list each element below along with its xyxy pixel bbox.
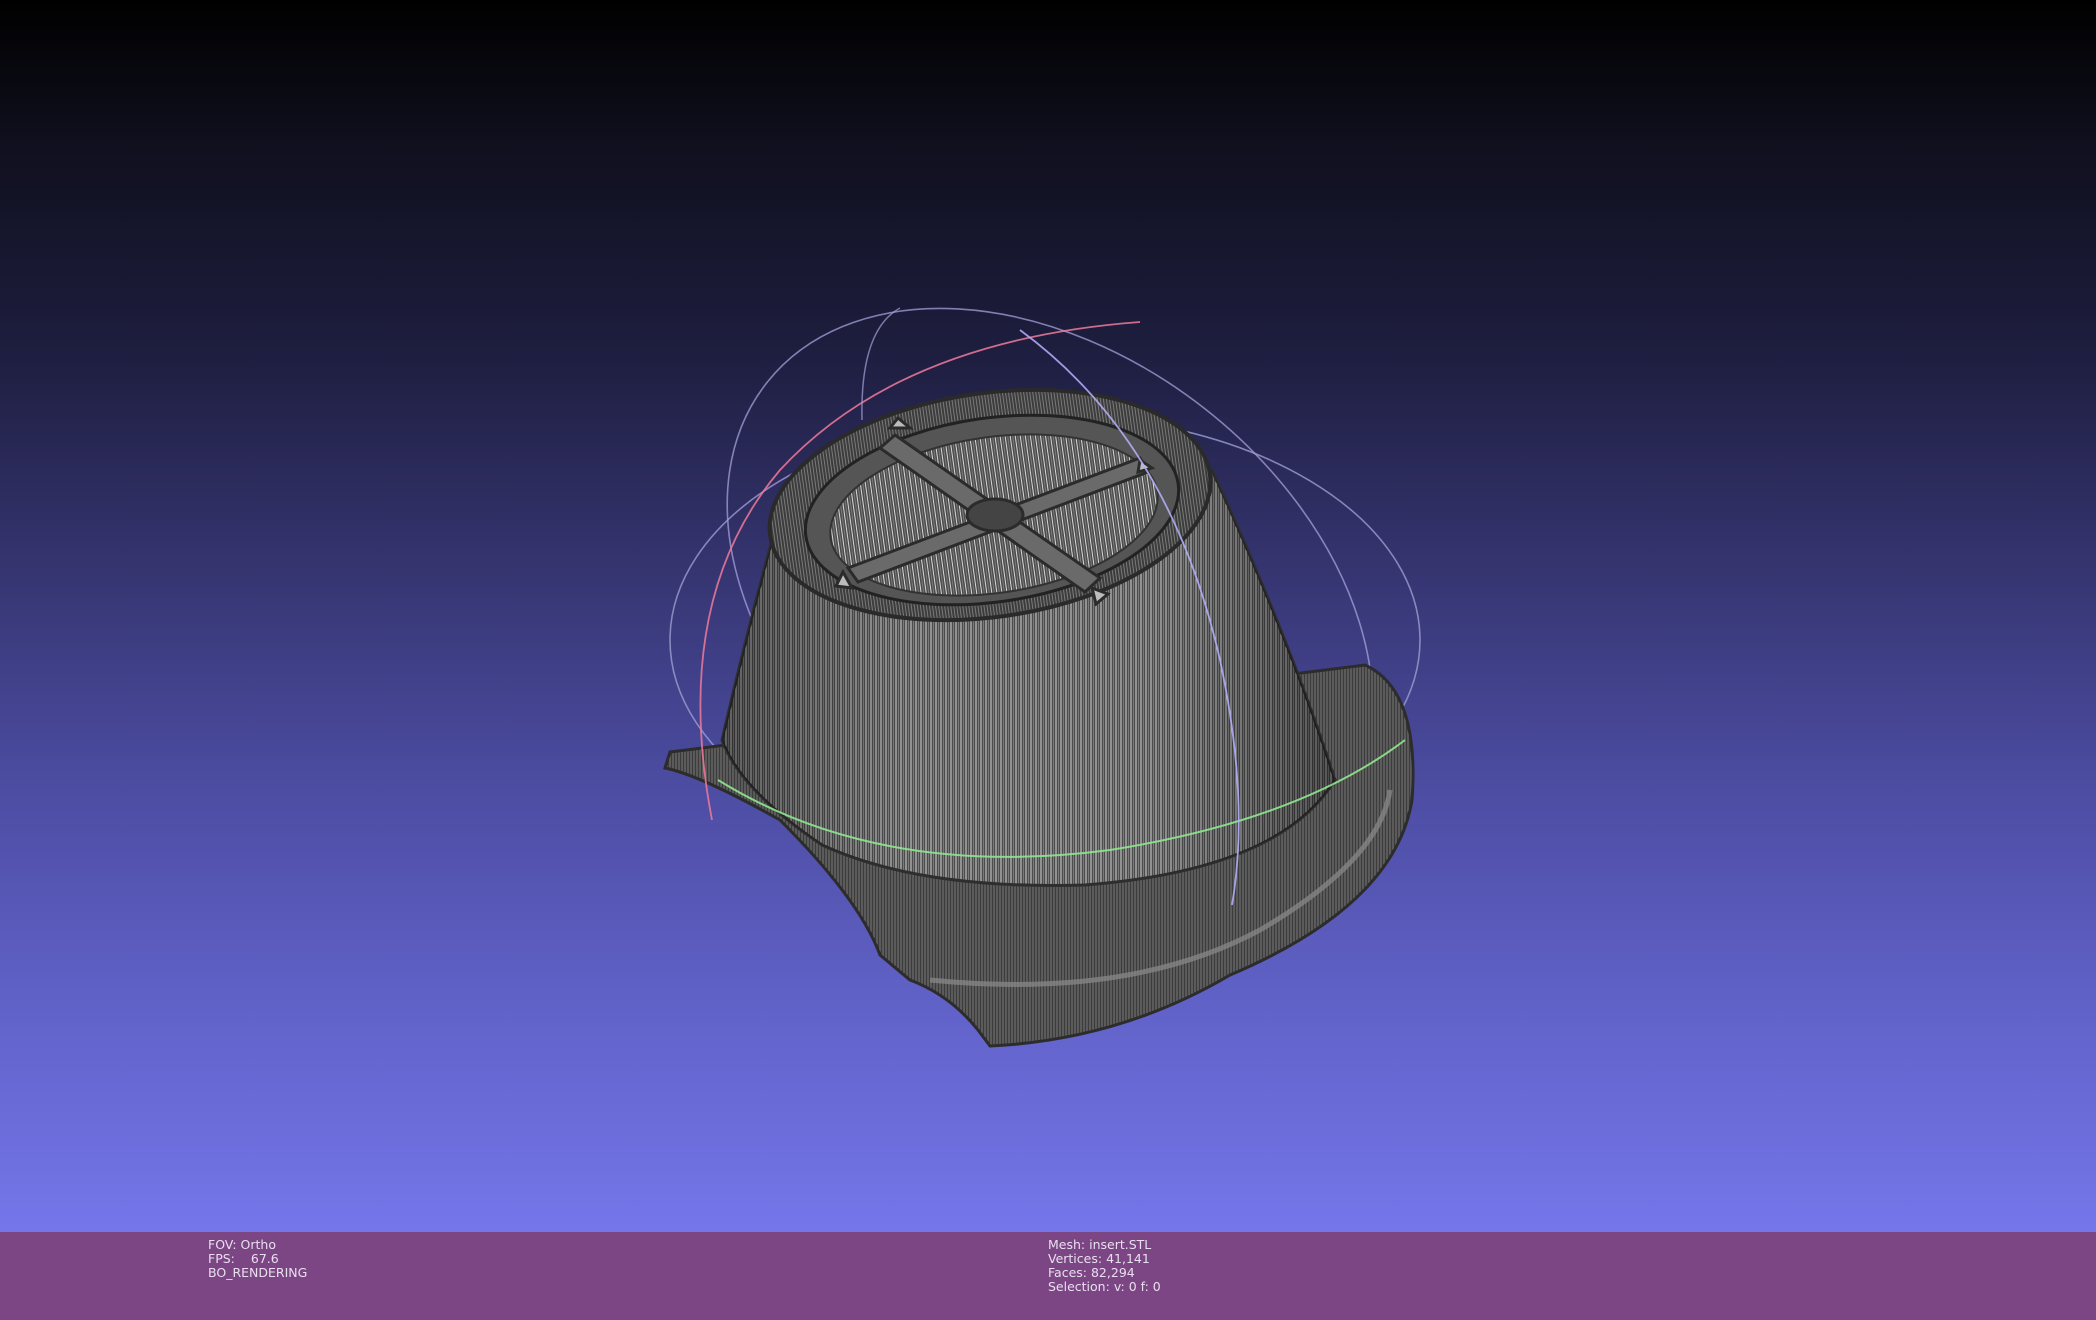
fov-label: FOV: <box>208 1237 237 1252</box>
faces-count: 82,294 <box>1090 1265 1135 1280</box>
mesh-label: Mesh: <box>1048 1237 1086 1252</box>
fps-label: FPS: <box>208 1251 235 1266</box>
faces-label: Faces: <box>1048 1265 1087 1280</box>
fov-value: Ortho <box>240 1237 276 1252</box>
viewport-canvas[interactable] <box>0 0 2096 1232</box>
status-bar: FOV: Ortho FPS: 67.6 BO_RENDERING Mesh: i… <box>0 1232 2096 1320</box>
meshlab-window: FOV: Ortho FPS: 67.6 BO_RENDERING Mesh: i… <box>0 0 2096 1320</box>
mesh-line: Mesh: insert.STL <box>1048 1238 1161 1252</box>
mesh-name: insert.STL <box>1089 1237 1152 1252</box>
trackball-ring-outer-left <box>861 307 901 421</box>
selection-value: v: 0 f: 0 <box>1113 1279 1161 1294</box>
fps-line: FPS: 67.6 <box>208 1252 307 1266</box>
fps-value: 67.6 <box>250 1251 279 1266</box>
vertices-label: Vertices: <box>1048 1251 1103 1266</box>
mesh-insert[interactable] <box>663 363 1415 1048</box>
selection-line: Selection: v: 0 f: 0 <box>1048 1280 1161 1294</box>
render-mode: BO_RENDERING <box>208 1265 308 1280</box>
render-info: FOV: Ortho FPS: 67.6 BO_RENDERING <box>208 1238 307 1280</box>
fov-line: FOV: Ortho <box>208 1238 307 1252</box>
mesh-info: Mesh: insert.STL Vertices: 41,141 Faces:… <box>1048 1238 1161 1294</box>
faces-line: Faces: 82,294 <box>1048 1266 1161 1280</box>
vertices-count: 41,141 <box>1106 1251 1150 1266</box>
vertices-line: Vertices: 41,141 <box>1048 1252 1161 1266</box>
3d-viewport[interactable] <box>0 0 2096 1232</box>
selection-label: Selection: <box>1048 1279 1110 1294</box>
